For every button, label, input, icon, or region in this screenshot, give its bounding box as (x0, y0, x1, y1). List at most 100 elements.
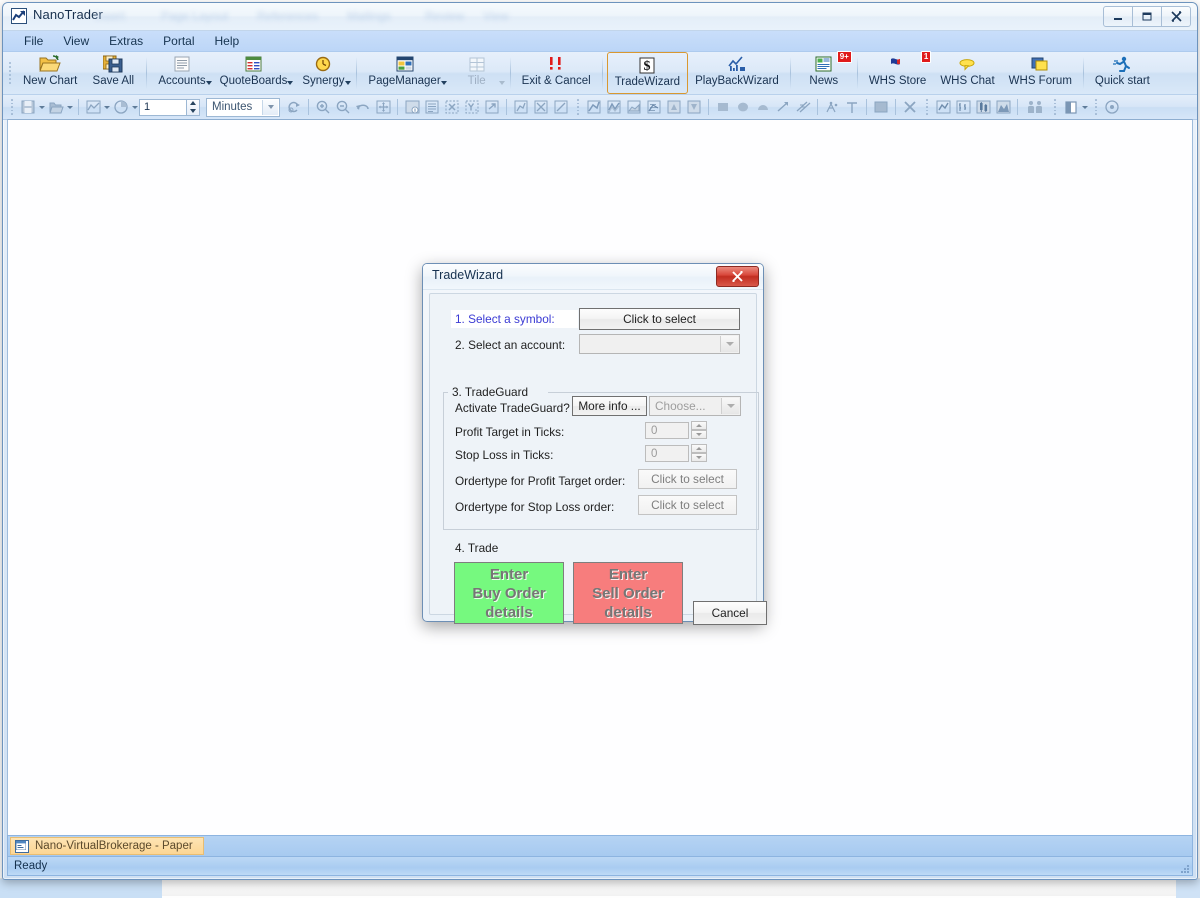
chart-type-icon[interactable] (83, 97, 103, 117)
profit-target-decrement[interactable] (691, 430, 707, 439)
account-select[interactable] (579, 334, 740, 354)
toolbar-button-whs-forum[interactable]: WHS Forum (1002, 52, 1079, 94)
refresh-icon[interactable] (284, 97, 304, 117)
line-series-icon[interactable] (933, 97, 953, 117)
pie-timer-dropdown-icon[interactable] (131, 97, 139, 117)
arc-shape-icon[interactable] (753, 97, 773, 117)
people-icon[interactable] (1022, 97, 1048, 117)
chevron-down-icon[interactable] (287, 81, 294, 85)
pie-timer-icon[interactable] (111, 97, 131, 117)
ellipse-shape-icon[interactable] (733, 97, 753, 117)
overlay-chart-icon[interactable] (644, 97, 664, 117)
settings-circle-icon[interactable] (1102, 97, 1122, 117)
chevron-down-icon[interactable] (205, 81, 212, 85)
toolbar-button-whs-chat[interactable]: WHS Chat (933, 52, 1001, 94)
filter-y-icon[interactable] (462, 97, 482, 117)
fill-rect-icon[interactable] (871, 97, 891, 117)
fork-tool-icon[interactable] (822, 97, 842, 117)
toolbar-button-quoteboards[interactable]: QuoteBoards (213, 52, 295, 94)
toolbar-button-exit-cancel[interactable]: Exit & Cancel (515, 52, 598, 94)
profit-target-increment[interactable] (691, 421, 707, 430)
signal-2-icon[interactable] (684, 97, 704, 117)
toolbar-button-whs-store[interactable]: 1 WHS Store (862, 51, 934, 94)
toolbar-button-news[interactable]: 9+ News (795, 51, 853, 94)
select-symbol-button[interactable]: Click to select (579, 308, 740, 330)
close-icon[interactable] (1161, 6, 1191, 27)
enter-sell-order-button[interactable]: Enter Sell Order details (573, 562, 683, 624)
menu-item-view[interactable]: View (54, 32, 98, 50)
maximize-icon[interactable] (1132, 6, 1162, 27)
dialog-close-button[interactable] (716, 266, 759, 287)
toolbar-button-accounts[interactable]: Accounts (151, 52, 212, 94)
data-info-icon[interactable] (402, 97, 422, 117)
split-panel-icon[interactable] (1061, 97, 1081, 117)
zoom-out-icon[interactable] (333, 97, 353, 117)
open-icon[interactable] (46, 97, 66, 117)
line-chart-icon[interactable] (551, 97, 571, 117)
resize-grip-icon[interactable] (1178, 862, 1190, 874)
scrollbar-track-right[interactable] (1176, 879, 1200, 898)
toolbar-button-pagemanager[interactable]: PageManager (361, 52, 447, 94)
menu-item-help[interactable]: Help (206, 32, 249, 50)
area-chart-icon[interactable] (624, 97, 644, 117)
ordertype-profit-target-button[interactable]: Click to select (638, 469, 737, 489)
outer-horizontal-scrollbar[interactable] (0, 878, 1200, 898)
chart-toolbar-grip-3[interactable] (923, 99, 930, 115)
chevron-down-icon[interactable] (721, 398, 739, 414)
interval-value-input[interactable]: 1 (139, 98, 187, 116)
toolbar-button-save-all[interactable]: Save All (84, 52, 142, 94)
menu-item-extras[interactable]: Extras (100, 32, 152, 50)
open-dropdown-icon[interactable] (66, 97, 74, 117)
export-icon[interactable] (482, 97, 502, 117)
arrow-icon[interactable] (773, 97, 793, 117)
menu-item-file[interactable]: File (15, 32, 52, 50)
signal-1-icon[interactable] (664, 97, 684, 117)
toolbar-button-quick-start[interactable]: Quick start (1088, 52, 1157, 94)
chevron-down-icon[interactable] (440, 81, 447, 85)
stop-loss-decrement[interactable] (691, 453, 707, 462)
trend-chart-icon[interactable] (511, 97, 531, 117)
text-tool-icon[interactable] (842, 97, 862, 117)
chart-toolbar-grip-2[interactable] (574, 99, 581, 115)
fit-icon[interactable] (373, 97, 393, 117)
parallel-lines-icon[interactable] (793, 97, 813, 117)
mountain-chart-icon[interactable] (993, 97, 1013, 117)
toolbar-button-synergy[interactable]: Synergy (294, 52, 352, 94)
cross-chart-icon[interactable] (531, 97, 551, 117)
profit-target-input[interactable]: 0 (645, 422, 689, 439)
split-panel-dropdown-icon[interactable] (1081, 97, 1089, 117)
taskbar-item-nano-virtualbrokerage[interactable]: Nano-VirtualBrokerage - Paper (10, 837, 204, 855)
menu-item-portal[interactable]: Portal (154, 32, 203, 50)
cancel-button[interactable]: Cancel (693, 601, 767, 625)
indicator-1-icon[interactable] (584, 97, 604, 117)
bar-series-icon[interactable] (953, 97, 973, 117)
toolbar-grip[interactable] (6, 59, 13, 87)
minimize-icon[interactable] (1103, 6, 1133, 27)
chevron-down-icon[interactable] (262, 99, 278, 115)
zoom-in-icon[interactable] (313, 97, 333, 117)
scrollbar-thumb[interactable] (162, 880, 1200, 896)
stop-loss-increment[interactable] (691, 444, 707, 453)
chart-toolbar-grip-4[interactable] (1051, 99, 1058, 115)
delete-all-x-icon[interactable] (900, 97, 920, 117)
undo-icon[interactable] (353, 97, 373, 117)
interval-unit-select[interactable]: Minutes (206, 97, 280, 117)
rect-shape-icon[interactable] (713, 97, 733, 117)
toolbar-button-tile[interactable]: Tile (448, 52, 506, 94)
save-dropdown-icon[interactable] (38, 97, 46, 117)
chart-type-dropdown-icon[interactable] (103, 97, 111, 117)
scrollbar-track-left[interactable] (0, 879, 162, 898)
toolbar-button-tradewizard[interactable]: $ TradeWizard (606, 52, 689, 94)
stop-loss-input[interactable]: 0 (645, 445, 689, 462)
tradeguard-choice-select[interactable]: Choose... (649, 396, 741, 416)
delete-x-icon[interactable] (442, 97, 462, 117)
list-icon[interactable] (422, 97, 442, 117)
toolbar-button-playbackwizard[interactable]: PlayBackWizard (688, 52, 786, 94)
candlestick-icon[interactable] (973, 97, 993, 117)
indicator-2-icon[interactable] (604, 97, 624, 117)
save-icon[interactable] (18, 97, 38, 117)
interval-stepper[interactable] (187, 98, 200, 116)
enter-buy-order-button[interactable]: Enter Buy Order details (454, 562, 564, 624)
more-info-button[interactable]: More info ... (572, 396, 647, 416)
ordertype-stop-loss-button[interactable]: Click to select (638, 495, 737, 515)
